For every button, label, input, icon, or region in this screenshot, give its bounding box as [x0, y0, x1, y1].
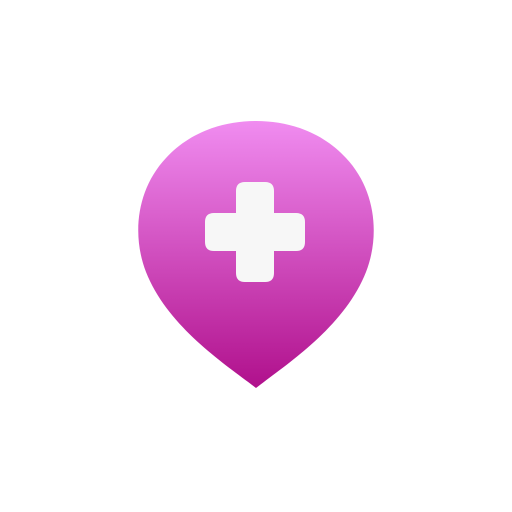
- location-pin-plus-icon: [138, 121, 374, 388]
- app-icon-canvas: [0, 0, 512, 512]
